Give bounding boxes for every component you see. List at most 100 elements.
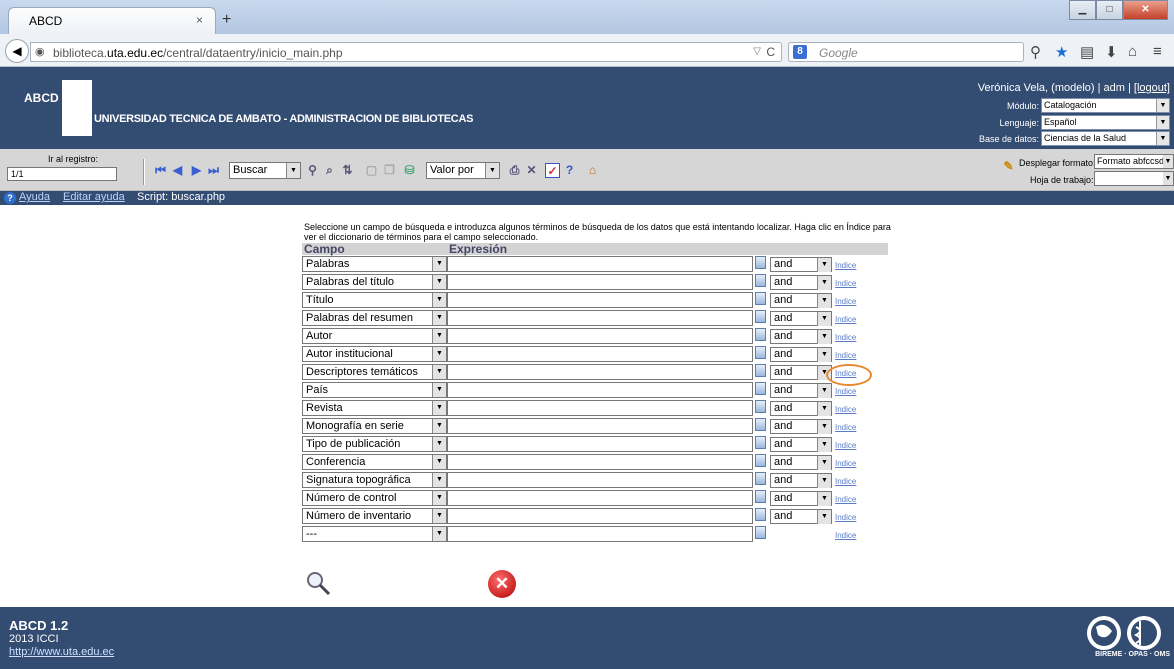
reload-icon[interactable]: C — [766, 45, 775, 59]
document-icon[interactable] — [755, 382, 766, 395]
help-icon[interactable]: ? — [4, 192, 16, 204]
download-icon[interactable]: ⬇ — [1105, 43, 1118, 61]
indice-link[interactable]: Indice — [835, 351, 856, 360]
campo-select[interactable]: Signatura topográfica ▼ — [302, 472, 447, 488]
campo-select[interactable]: Autor ▼ — [302, 328, 447, 344]
expresion-input[interactable] — [447, 256, 753, 272]
new-tab-button[interactable]: + — [222, 11, 231, 29]
indice-link[interactable]: Indice — [835, 333, 856, 342]
lenguaje-select[interactable]: Español ▼ — [1041, 115, 1170, 130]
indice-link[interactable]: Indice — [835, 423, 856, 432]
document-icon[interactable] — [755, 508, 766, 521]
valor-por-select[interactable]: Valor por ▼ — [426, 162, 500, 179]
document-icon[interactable] — [755, 256, 766, 269]
expresion-input[interactable] — [447, 418, 753, 434]
operator-select[interactable]: and ▼ — [770, 257, 832, 272]
operator-select[interactable]: and ▼ — [770, 275, 832, 290]
indice-link[interactable]: Indice — [835, 477, 856, 486]
campo-select[interactable]: Palabras del título ▼ — [302, 274, 447, 290]
statistics-icon[interactable]: ✓ — [545, 163, 560, 178]
cancel-button[interactable]: ✕ — [488, 570, 516, 598]
search-button[interactable] — [304, 569, 332, 597]
maximize-button[interactable]: □ — [1096, 0, 1123, 20]
next-record-icon[interactable]: ▶ — [189, 163, 204, 178]
operator-select[interactable]: and ▼ — [770, 365, 832, 380]
expresion-input[interactable] — [447, 364, 753, 380]
bookmarks-list-icon[interactable]: ▤ — [1080, 43, 1094, 61]
operator-select[interactable]: and ▼ — [770, 419, 832, 434]
document-icon[interactable] — [755, 364, 766, 377]
document-icon[interactable] — [755, 472, 766, 485]
last-record-icon[interactable]: ⏭ — [206, 163, 221, 178]
indice-link[interactable]: Indice — [835, 459, 856, 468]
desplegar-formato-select[interactable]: Formato abfccsd ▼ — [1094, 154, 1174, 169]
campo-select[interactable]: Título ▼ — [302, 292, 447, 308]
delete-icon[interactable]: ✕ — [524, 163, 539, 178]
menu-icon[interactable]: ≡ — [1153, 43, 1162, 60]
campo-select[interactable]: Descriptores temáticos ▼ — [302, 364, 447, 380]
back-arrow-icon[interactable]: ◀ — [5, 39, 29, 63]
url-dropdown-icon[interactable]: ▽ — [753, 46, 761, 57]
expresion-input[interactable] — [447, 382, 753, 398]
expresion-input[interactable] — [447, 508, 753, 524]
copy-record-icon[interactable]: ❐ — [382, 163, 397, 178]
campo-select[interactable]: País ▼ — [302, 382, 447, 398]
campo-select[interactable]: Autor institucional ▼ — [302, 346, 447, 362]
operator-select[interactable]: and ▼ — [770, 491, 832, 506]
operator-select[interactable]: and ▼ — [770, 311, 832, 326]
campo-select[interactable]: Palabras ▼ — [302, 256, 447, 272]
indice-link[interactable]: Indice — [835, 315, 856, 324]
expresion-input[interactable] — [447, 436, 753, 452]
previous-record-icon[interactable]: ◀ — [170, 163, 185, 178]
indice-link[interactable]: Indice — [835, 405, 856, 414]
modulo-select[interactable]: Catalogación ▼ — [1041, 98, 1170, 113]
url-bar[interactable]: ◉ biblioteca.uta.edu.ec/central/dataentr… — [30, 42, 782, 62]
database-icon[interactable]: ⛁ — [402, 163, 417, 178]
home-icon[interactable]: ⌂ — [585, 163, 600, 178]
search-icon[interactable]: ⚲ — [1030, 43, 1041, 61]
document-icon[interactable] — [755, 400, 766, 413]
expresion-input[interactable] — [447, 400, 753, 416]
ayuda-link[interactable]: Ayuda — [19, 191, 50, 203]
bookmark-star-icon[interactable]: ★ — [1055, 43, 1068, 61]
expresion-input[interactable] — [447, 472, 753, 488]
home-icon[interactable]: ⌂ — [1128, 43, 1137, 60]
document-icon[interactable] — [755, 418, 766, 431]
document-icon[interactable] — [755, 328, 766, 341]
operator-select[interactable]: and ▼ — [770, 401, 832, 416]
hoja-trabajo-select[interactable]: ▼ — [1094, 171, 1174, 186]
google-icon[interactable]: 8 — [793, 45, 807, 59]
indice-link[interactable]: Indice — [835, 297, 856, 306]
operator-select[interactable]: and ▼ — [770, 437, 832, 452]
document-icon[interactable] — [755, 490, 766, 503]
tab-close-icon[interactable]: × — [196, 13, 203, 27]
logout-link[interactable]: [logout] — [1134, 82, 1170, 94]
indice-link[interactable]: Indice — [835, 441, 856, 450]
campo-select[interactable]: Conferencia ▼ — [302, 454, 447, 470]
indice-link[interactable]: Indice — [835, 495, 856, 504]
expresion-input[interactable] — [447, 454, 753, 470]
expresion-input[interactable] — [447, 292, 753, 308]
document-icon[interactable] — [755, 436, 766, 449]
buscar-select[interactable]: Buscar ▼ — [229, 162, 301, 179]
sort-icon[interactable]: ⇅ — [340, 163, 355, 178]
expresion-input[interactable] — [447, 490, 753, 506]
operator-select[interactable]: and ▼ — [770, 383, 832, 398]
document-icon[interactable] — [755, 310, 766, 323]
operator-select[interactable]: and ▼ — [770, 293, 832, 308]
new-record-icon[interactable]: ▢ — [364, 163, 379, 178]
indice-link[interactable]: Indice — [835, 387, 856, 396]
expresion-input[interactable] — [447, 328, 753, 344]
expresion-input[interactable] — [447, 346, 753, 362]
browser-tab[interactable]: ABCD × — [8, 7, 216, 34]
campo-select[interactable]: Monografía en serie ▼ — [302, 418, 447, 434]
document-icon[interactable] — [755, 454, 766, 467]
document-icon[interactable] — [755, 292, 766, 305]
campo-select[interactable]: Número de inventario ▼ — [302, 508, 447, 524]
operator-select[interactable]: and ▼ — [770, 455, 832, 470]
campo-select[interactable]: Palabras del resumen ▼ — [302, 310, 447, 326]
campo-select[interactable]: --- ▼ — [302, 526, 447, 542]
operator-select[interactable]: and ▼ — [770, 509, 832, 524]
browser-search-input[interactable]: 8 Google — [788, 42, 1024, 62]
campo-select[interactable]: Tipo de publicación ▼ — [302, 436, 447, 452]
